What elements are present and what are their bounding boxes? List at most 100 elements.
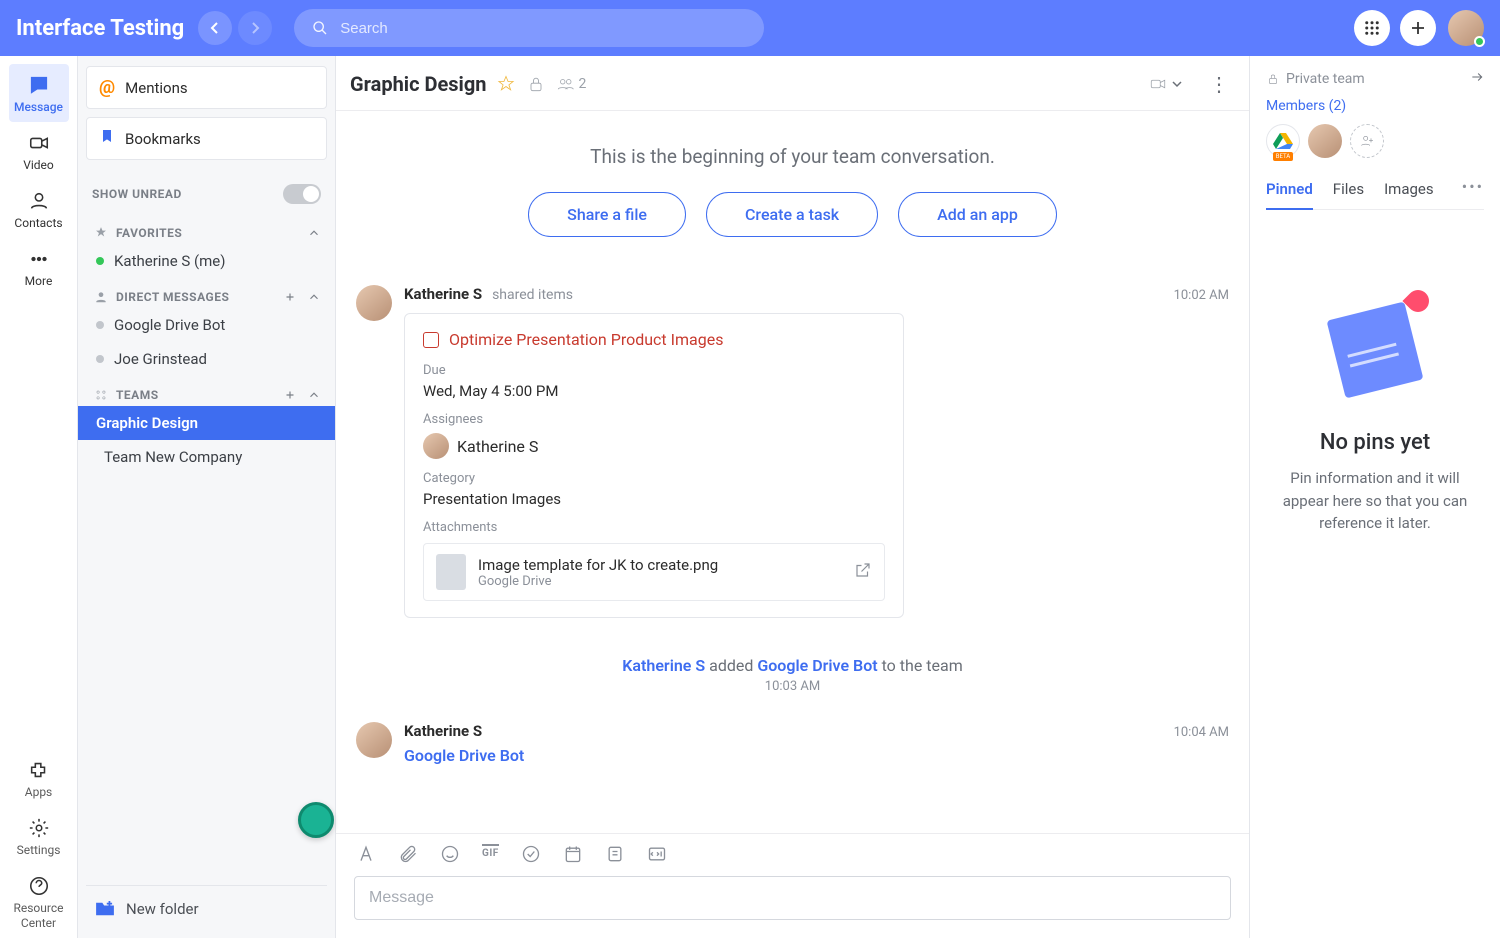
- chat-header: Graphic Design 2 ⋮: [336, 56, 1249, 111]
- note-icon[interactable]: [605, 844, 625, 864]
- chevron-up-icon[interactable]: [307, 290, 321, 304]
- conversation-start-text: This is the beginning of your team conve…: [356, 145, 1229, 168]
- search-icon: [312, 20, 328, 36]
- lock-icon: [526, 74, 546, 94]
- emoji-icon[interactable]: [440, 844, 460, 864]
- video-call-button[interactable]: [1149, 75, 1183, 93]
- favorite-item[interactable]: Katherine S (me): [86, 244, 327, 278]
- member-avatar[interactable]: [1308, 124, 1342, 158]
- add-app-button[interactable]: Add an app: [898, 192, 1057, 237]
- bookmark-icon: [99, 128, 115, 149]
- member-bot-avatar[interactable]: BETA: [1266, 124, 1300, 158]
- assignee-avatar[interactable]: [423, 433, 449, 459]
- tab-images[interactable]: Images: [1384, 174, 1434, 209]
- chevron-up-icon[interactable]: [307, 388, 321, 402]
- add-person-icon: [1359, 133, 1375, 149]
- rail-more[interactable]: More: [9, 238, 69, 296]
- rail-video[interactable]: Video: [9, 122, 69, 180]
- attach-icon[interactable]: [398, 844, 418, 864]
- members-link[interactable]: Members (2): [1266, 98, 1484, 114]
- chevron-up-icon[interactable]: [307, 226, 321, 240]
- attachment-card[interactable]: Image template for JK to create.png Goog…: [423, 543, 885, 601]
- sidebar-mentions[interactable]: @ Mentions: [86, 66, 327, 109]
- search-input[interactable]: [340, 20, 746, 37]
- code-snippet-icon[interactable]: [647, 844, 667, 864]
- google-drive-icon: [1273, 132, 1293, 150]
- section-direct-messages[interactable]: DIRECT MESSAGES: [86, 278, 327, 308]
- pin-illustration-icon: [1315, 290, 1435, 410]
- collapse-panel-button[interactable]: [1470, 70, 1484, 88]
- format-icon[interactable]: [356, 844, 376, 864]
- message-avatar[interactable]: [356, 722, 392, 758]
- task-assignees-label: Assignees: [423, 412, 885, 427]
- rail-apps[interactable]: Apps: [9, 749, 69, 807]
- empty-state-pinned: No pins yet Pin information and it will …: [1266, 290, 1484, 535]
- chat-more-button[interactable]: ⋮: [1209, 72, 1229, 96]
- task-card[interactable]: Optimize Presentation Product Images Due…: [404, 313, 904, 618]
- new-folder-button[interactable]: New folder: [86, 885, 327, 928]
- share-file-button[interactable]: Share a file: [528, 192, 686, 237]
- tab-pinned[interactable]: Pinned: [1266, 174, 1313, 210]
- tab-files[interactable]: Files: [1333, 174, 1364, 209]
- person-icon: [94, 290, 108, 304]
- gif-icon[interactable]: GIF: [482, 844, 499, 864]
- system-time: 10:03 AM: [356, 679, 1229, 694]
- system-actor[interactable]: Katherine S: [622, 656, 705, 675]
- puzzle-icon: [28, 759, 50, 781]
- plus-icon[interactable]: [283, 290, 297, 304]
- sidebar: @ Mentions Bookmarks SHOW UNREAD FAVORIT…: [78, 56, 336, 938]
- nav-rail: Message Video Contacts More Apps Setting…: [0, 56, 78, 938]
- search-bar[interactable]: [294, 9, 764, 47]
- message-link[interactable]: Google Drive Bot: [404, 746, 1229, 765]
- dialpad-button[interactable]: [1354, 10, 1390, 46]
- nav-back-button[interactable]: [198, 11, 232, 45]
- star-outline-icon[interactable]: [496, 74, 516, 94]
- task-attachments-label: Attachments: [423, 520, 885, 535]
- tabs-more-button[interactable]: •••: [1462, 177, 1484, 206]
- gear-icon: [28, 817, 50, 839]
- dm-item[interactable]: Joe Grinstead: [86, 342, 327, 376]
- dm-item[interactable]: Google Drive Bot: [86, 308, 327, 342]
- add-member-button[interactable]: [1350, 124, 1384, 158]
- section-teams[interactable]: TEAMS: [86, 376, 327, 406]
- section-favorites[interactable]: FAVORITES: [86, 214, 327, 244]
- empty-text: Pin information and it will appear here …: [1266, 467, 1484, 535]
- rail-resource-center[interactable]: Resource Center: [9, 865, 69, 938]
- more-icon: [28, 248, 50, 270]
- presence-dot-icon: [96, 257, 104, 265]
- plus-icon[interactable]: [283, 388, 297, 402]
- message: Katherine S 10:04 AM Google Drive Bot: [356, 714, 1229, 773]
- show-unread-toggle[interactable]: [283, 184, 321, 204]
- private-team-label: Private team: [1286, 71, 1365, 87]
- event-icon[interactable]: [563, 844, 583, 864]
- help-icon: [28, 875, 50, 897]
- open-external-button[interactable]: [854, 561, 872, 583]
- mention-icon: @: [99, 77, 115, 98]
- task-checkbox[interactable]: [423, 332, 439, 348]
- create-task-button[interactable]: Create a task: [706, 192, 878, 237]
- lock-icon: [1266, 72, 1280, 86]
- grammarly-widget[interactable]: [298, 802, 334, 838]
- external-link-icon: [854, 561, 872, 579]
- sidebar-bookmarks[interactable]: Bookmarks: [86, 117, 327, 160]
- team-item[interactable]: Team New Company: [86, 440, 327, 474]
- member-count[interactable]: 2: [556, 75, 586, 93]
- nav-forward-button[interactable]: [238, 11, 272, 45]
- rail-contacts[interactable]: Contacts: [9, 180, 69, 238]
- message-avatar[interactable]: [356, 285, 392, 321]
- message-time: 10:02 AM: [1174, 288, 1229, 303]
- message-composer[interactable]: [354, 876, 1231, 920]
- message-author[interactable]: Katherine S: [404, 722, 482, 740]
- task-icon[interactable]: [521, 844, 541, 864]
- empty-title: No pins yet: [1266, 430, 1484, 455]
- task-title-text[interactable]: Optimize Presentation Product Images: [449, 330, 723, 349]
- rail-settings[interactable]: Settings: [9, 807, 69, 865]
- profile-avatar[interactable]: [1448, 10, 1484, 46]
- system-target[interactable]: Google Drive Bot: [757, 656, 877, 675]
- rail-message[interactable]: Message: [9, 64, 69, 122]
- collapse-icon: [1470, 70, 1484, 84]
- message-input[interactable]: [355, 877, 1230, 919]
- new-button[interactable]: [1400, 10, 1436, 46]
- message-author[interactable]: Katherine S: [404, 285, 482, 303]
- team-item-graphic-design[interactable]: Graphic Design: [78, 406, 335, 440]
